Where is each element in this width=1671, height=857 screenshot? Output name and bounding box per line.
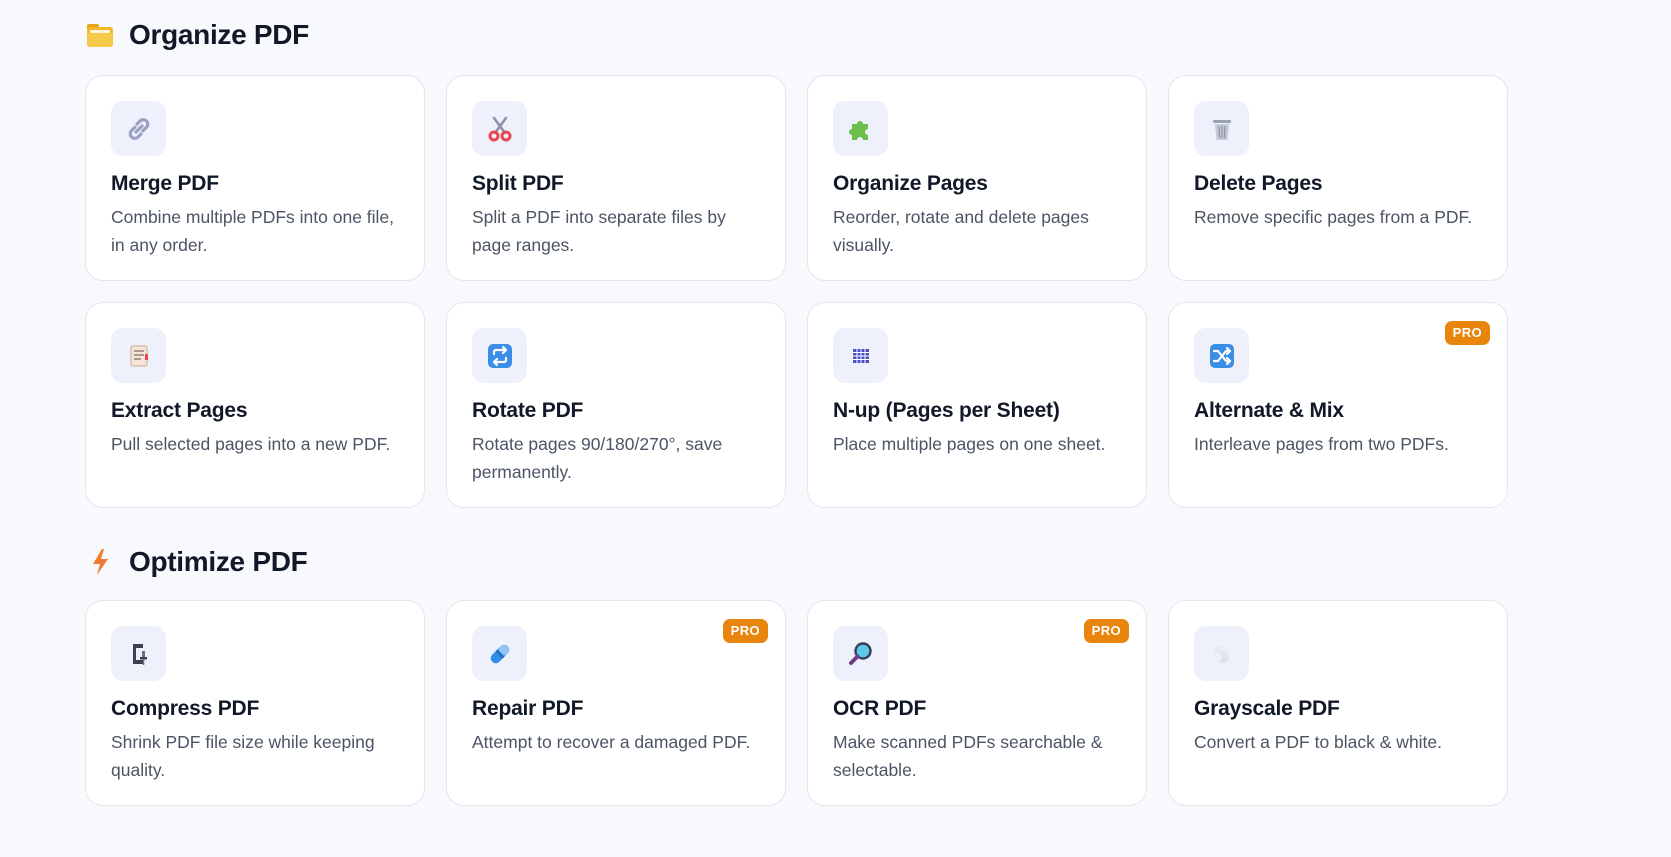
- tool-description: Place multiple pages on one sheet.: [833, 434, 1106, 454]
- tool-card-rotate-pdf[interactable]: Rotate PDF Rotate pages 90/180/270°, sav…: [446, 302, 786, 508]
- puzzle-icon: [833, 101, 888, 156]
- tool-card-split-pdf[interactable]: Split PDF Split a PDF into separate file…: [446, 75, 786, 281]
- clamp-icon: [111, 626, 166, 681]
- tool-card-ocr-pdf[interactable]: PRO OCR PDF Make scanned PDFs searchable…: [807, 600, 1147, 806]
- optimize-pdf-heading: Optimize PDF: [85, 527, 1508, 597]
- organize-pdf-heading: Organize PDF: [85, 0, 1508, 70]
- tool-description: Make scanned PDFs searchable & selectabl…: [833, 732, 1103, 780]
- shuffle-icon: [1194, 328, 1249, 383]
- trash-icon: [1194, 101, 1249, 156]
- tool-description: Reorder, rotate and delete pages visuall…: [833, 207, 1089, 255]
- tool-title: Repair PDF: [472, 697, 584, 720]
- tool-title: Delete Pages: [1194, 172, 1323, 195]
- pro-badge: PRO: [1083, 619, 1129, 643]
- pro-badge: PRO: [1444, 321, 1490, 345]
- rotate-icon: [472, 328, 527, 383]
- optimize-tools-grid: Compress PDF Shrink PDF file size while …: [85, 600, 1508, 806]
- scissors-icon: [472, 101, 527, 156]
- cloud-icon: [1194, 626, 1249, 681]
- tool-title: Alternate & Mix: [1194, 399, 1344, 422]
- tool-card-merge-pdf[interactable]: Merge PDF Combine multiple PDFs into one…: [85, 75, 425, 281]
- optimize-pdf-section: Optimize PDF Compress PDF Shrink PDF fil…: [85, 527, 1508, 806]
- tool-card-grayscale-pdf[interactable]: Grayscale PDF Convert a PDF to black & w…: [1168, 600, 1508, 806]
- organize-tools-grid: Merge PDF Combine multiple PDFs into one…: [85, 75, 1508, 508]
- lightning-icon: [85, 547, 115, 577]
- tool-title: Extract Pages: [111, 399, 248, 422]
- tool-description: Pull selected pages into a new PDF.: [111, 434, 391, 454]
- organize-pdf-title: Organize PDF: [129, 19, 309, 50]
- tool-description: Combine multiple PDFs into one file, in …: [111, 207, 395, 255]
- tool-card-n-up[interactable]: N-up (Pages per Sheet) Place multiple pa…: [807, 302, 1147, 508]
- pro-badge: PRO: [722, 619, 768, 643]
- folder-icon: [85, 20, 115, 50]
- tool-description: Split a PDF into separate files by page …: [472, 207, 726, 255]
- tool-card-alternate-mix[interactable]: PRO Alternate & Mix Interleave pages fro…: [1168, 302, 1508, 508]
- tool-description: Convert a PDF to black & white.: [1194, 732, 1443, 752]
- tool-description: Rotate pages 90/180/270°, save permanent…: [472, 434, 723, 482]
- tool-card-compress-pdf[interactable]: Compress PDF Shrink PDF file size while …: [85, 600, 425, 806]
- organize-pdf-section: Organize PDF Merge PDF Combine multiple …: [85, 0, 1508, 508]
- tool-title: Rotate PDF: [472, 399, 584, 422]
- document-icon: [111, 328, 166, 383]
- optimize-pdf-title: Optimize PDF: [129, 546, 308, 577]
- link-icon: [111, 101, 166, 156]
- tool-title: Split PDF: [472, 172, 564, 195]
- tool-description: Interleave pages from two PDFs.: [1194, 434, 1449, 454]
- tool-description: Remove specific pages from a PDF.: [1194, 207, 1473, 227]
- tool-description: Shrink PDF file size while keeping quali…: [111, 732, 375, 780]
- tool-card-repair-pdf[interactable]: PRO Repair PDF Attempt to recover a dama…: [446, 600, 786, 806]
- tool-title: Grayscale PDF: [1194, 697, 1340, 720]
- tool-card-extract-pages[interactable]: Extract Pages Pull selected pages into a…: [85, 302, 425, 508]
- bandage-icon: [472, 626, 527, 681]
- tool-title: OCR PDF: [833, 697, 927, 720]
- magnifier-icon: [833, 626, 888, 681]
- tool-title: Compress PDF: [111, 697, 260, 720]
- tool-title: N-up (Pages per Sheet): [833, 399, 1060, 422]
- tool-description: Attempt to recover a damaged PDF.: [472, 732, 751, 752]
- tool-card-organize-pages[interactable]: Organize Pages Reorder, rotate and delet…: [807, 75, 1147, 281]
- grid-icon: [833, 328, 888, 383]
- tool-title: Organize Pages: [833, 172, 988, 195]
- tool-card-delete-pages[interactable]: Delete Pages Remove specific pages from …: [1168, 75, 1508, 281]
- tool-title: Merge PDF: [111, 172, 219, 195]
